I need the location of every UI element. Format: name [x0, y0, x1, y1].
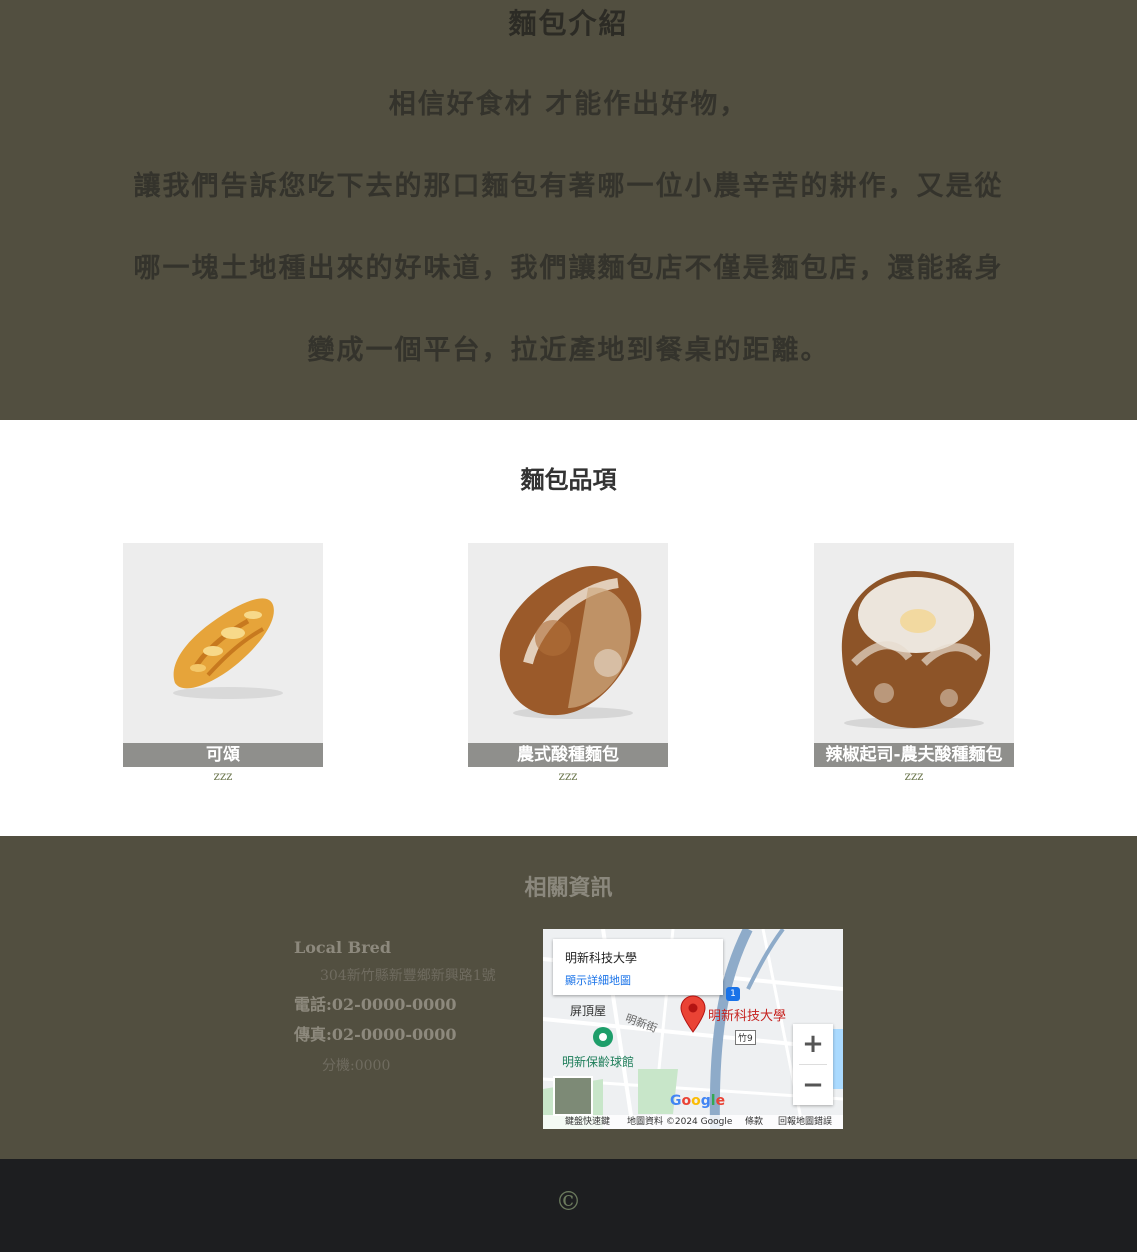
address: 304新竹縣新豐鄉新興路1號	[320, 968, 496, 984]
round-sourdough-image	[814, 543, 1014, 743]
info-title: 相關資訊	[524, 876, 613, 901]
site-footer: ©	[0, 1159, 1137, 1252]
road-code: 竹9	[735, 1030, 756, 1045]
info-window: 明新科技大學 顯示詳細地圖	[553, 939, 723, 995]
intro-paragraph: 相信好食材 才能作出好物， 讓我們告訴您吃下去的那口麵包有著哪一位小農辛苦的耕作…	[80, 64, 1057, 392]
info-section: 相關資訊 Local Bred 304新竹縣新豐鄉新興路1號 電話:02-000…	[0, 836, 1137, 1159]
map-embed[interactable]: 明新科技大學 顯示詳細地圖 屏頂屋 明新街 1 竹9 明新保齡球館 明新科技大學…	[543, 929, 843, 1129]
products-title: 麵包品項	[520, 466, 617, 494]
product-card[interactable]: 農式酸種麵包 zzz	[468, 543, 668, 783]
zoom-control: + −	[793, 1024, 833, 1105]
product-desc: zzz	[558, 769, 578, 783]
report-error-link[interactable]: 回報地圖錯誤	[778, 1115, 832, 1129]
place-name: 明新科技大學	[565, 951, 638, 965]
terms-link[interactable]: 條款	[745, 1115, 763, 1129]
intro-title: 麵包介紹	[508, 7, 629, 40]
product-name: 可頌	[123, 743, 323, 767]
contact-block: Local Bred 304新竹縣新豐鄉新興路1號 電話:02-0000-000…	[294, 938, 534, 1075]
keyboard-shortcuts-link[interactable]: 鍵盤快速鍵	[565, 1115, 610, 1129]
product-desc: zzz	[904, 769, 924, 783]
satellite-toggle[interactable]	[553, 1076, 593, 1116]
map-marker-icon[interactable]	[680, 995, 706, 1033]
product-card[interactable]: 可頌 zzz	[123, 543, 323, 783]
product-card[interactable]: 辣椒起司-農夫酸種麵包 zzz	[814, 543, 1014, 783]
marker-label: 明新科技大學	[708, 1009, 787, 1024]
google-logo: Google	[670, 1093, 726, 1109]
poi-label: 明新保齡球館	[562, 1055, 635, 1069]
view-larger-map-link[interactable]: 顯示詳細地圖	[565, 972, 631, 988]
croissant-image	[123, 543, 323, 743]
product-name: 辣椒起司-農夫酸種麵包	[814, 743, 1014, 767]
intro-section: 麵包介紹 相信好食材 才能作出好物， 讓我們告訴您吃下去的那口麵包有著哪一位小農…	[0, 0, 1137, 420]
intro-line: 變成一個平台，拉近產地到餐桌的距離。	[307, 335, 830, 366]
extension: 分機:0000	[322, 1058, 391, 1074]
brand-name: Local Bred	[294, 938, 391, 957]
intro-line: 哪一塊土地種出來的好味道，我們讓麵包店不僅是麵包店，還能搖身	[133, 253, 1004, 284]
bowling-poi-icon	[593, 1027, 613, 1047]
intro-line: 相信好食材 才能作出好物，	[388, 89, 749, 120]
products-section: 麵包品項 可頌 zzz 農式酸種麵包 zzz 辣椒起司-農夫酸種麵包 zzz	[0, 420, 1137, 836]
product-desc: zzz	[213, 769, 233, 783]
intro-line: 讓我們告訴您吃下去的那口麵包有著哪一位小農辛苦的耕作，又是從	[133, 171, 1004, 202]
map-footer: 鍵盤快速鍵 地圖資料 ©2024 Google 條款 回報地圖錯誤	[543, 1115, 843, 1129]
fax: 傳真:02-0000-0000	[294, 1025, 457, 1044]
road-badge: 1	[726, 987, 740, 1001]
zoom-out-button[interactable]: −	[793, 1065, 833, 1105]
copyright: ©	[555, 1187, 582, 1217]
poi-label: 屏頂屋	[570, 1004, 607, 1018]
product-name: 農式酸種麵包	[468, 743, 668, 767]
sourdough-loaf-image	[468, 543, 668, 743]
map-data-credit: 地圖資料 ©2024 Google	[627, 1117, 733, 1127]
zoom-in-button[interactable]: +	[793, 1024, 833, 1064]
phone: 電話:02-0000-0000	[294, 995, 457, 1014]
